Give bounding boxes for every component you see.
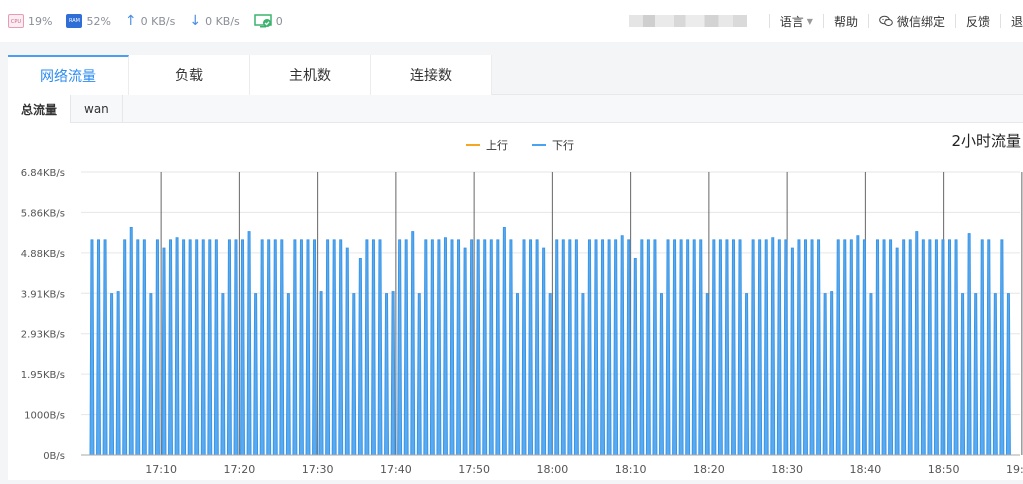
feedback-link[interactable]: 反馈 — [954, 14, 1000, 29]
subtab-total-traffic[interactable]: 总流量 — [8, 95, 72, 123]
feedback-label: 反馈 — [965, 14, 990, 29]
legend-label-download: 下行 — [552, 139, 574, 152]
x-tick-label: 18:50 — [928, 463, 960, 476]
legend-swatch-upload — [466, 144, 480, 146]
y-tick-label: 2.93KB/s — [21, 330, 65, 341]
chart-legend: 上行 下行 — [466, 137, 598, 153]
tab-load[interactable]: 负载 — [129, 55, 250, 95]
x-tick-label: 19:00 — [1006, 463, 1023, 476]
x-tick-label: 17:30 — [302, 463, 334, 476]
cpu-value: 19% — [28, 14, 53, 28]
cpu-icon: CPU — [8, 14, 24, 28]
chart-title: 2小时流量 — [951, 132, 1021, 150]
y-tick-label: 1000B/s — [24, 411, 65, 422]
chart-canvas[interactable]: 0B/s 1000B/s 1.95KB/s 2.93KB/s 3.91KB/s 4.88K… — [8, 124, 1023, 480]
y-tick-label: 4.88KB/s — [21, 249, 65, 260]
subtab-wan[interactable]: wan — [71, 95, 123, 123]
tabs-spacer — [492, 55, 1023, 95]
monitor-panel: 网络流量 负载 主机数 连接数 总流量 wan 2小时流量 上行 下行 0B/s… — [8, 55, 1023, 480]
cpu-stat: CPU 19% — [8, 14, 58, 28]
y-tick-label: 6.84KB/s — [21, 168, 65, 179]
x-tick-label: 17:20 — [224, 463, 256, 476]
upload-value: 0 KB/s — [140, 14, 176, 28]
wechat-icon — [879, 15, 893, 26]
x-tick-label: 17:10 — [145, 463, 177, 476]
main-tabs: 网络流量 负载 主机数 连接数 — [8, 55, 1023, 95]
x-tick-label: 18:20 — [693, 463, 725, 476]
y-tick-label: 3.91KB/s — [21, 289, 65, 300]
help-label: 帮助 — [833, 14, 858, 29]
download-value: 0 KB/s — [205, 14, 240, 28]
sites-value: 0 — [275, 14, 283, 28]
tab-network-traffic[interactable]: 网络流量 — [8, 55, 129, 95]
ram-value: 52% — [86, 14, 111, 28]
legend-swatch-download — [532, 144, 546, 146]
masked-username — [628, 15, 747, 27]
y-tick-label: 0B/s — [43, 451, 65, 462]
upload-arrow-icon: ↑ — [124, 13, 137, 29]
x-tick-label: 18:40 — [850, 463, 882, 476]
language-label: 语言 — [779, 14, 804, 29]
x-tick-label: 17:40 — [380, 463, 412, 476]
legend-item-upload[interactable]: 上行 — [466, 137, 508, 153]
sites-stat: 0 — [254, 14, 289, 28]
download-series-area — [89, 226, 1013, 456]
tab-connection-count[interactable]: 连接数 — [371, 55, 492, 95]
x-tick-label: 18:00 — [537, 463, 569, 476]
caret-down-icon: ▼ — [806, 16, 813, 26]
ram-icon: RAM — [66, 14, 83, 28]
wechat-bind-label: 微信绑定 — [896, 14, 945, 29]
x-tick-label: 18:30 — [771, 463, 803, 476]
top-right-menu: 语言 ▼ 帮助 微信绑定 反馈 退 — [628, 0, 1023, 42]
y-tick-label: 5.86KB/s — [21, 208, 65, 219]
language-menu[interactable]: 语言 ▼ — [768, 14, 823, 29]
x-tick-label: 18:10 — [615, 463, 647, 476]
ram-stat: RAM 52% — [66, 14, 116, 28]
tab-host-count[interactable]: 主机数 — [250, 55, 371, 95]
wechat-bind-link[interactable]: 微信绑定 — [867, 14, 955, 29]
legend-label-upload: 上行 — [486, 139, 508, 152]
sub-tabs: 总流量 wan — [8, 95, 1023, 123]
top-status-bar: CPU 19% RAM 52% ↑ 0 KB/s ↓ 0 KB/s 0 语言 ▼… — [0, 0, 1023, 42]
y-tick-label: 1.95KB/s — [21, 370, 65, 381]
upload-stat: ↑ 0 KB/s — [125, 13, 181, 29]
logout-label: 退 — [1010, 14, 1023, 29]
logout-link[interactable]: 退 — [999, 14, 1023, 29]
download-stat: ↓ 0 KB/s — [189, 13, 245, 29]
monitor-check-icon — [254, 14, 272, 28]
download-arrow-icon: ↓ — [189, 13, 202, 29]
help-link[interactable]: 帮助 — [822, 14, 868, 29]
x-tick-label: 17:50 — [458, 463, 490, 476]
traffic-chart: 2小时流量 上行 下行 0B/s 1000B/s 1.95KB/s 2.93KB/s 3… — [8, 124, 1023, 480]
legend-item-download[interactable]: 下行 — [532, 137, 574, 153]
